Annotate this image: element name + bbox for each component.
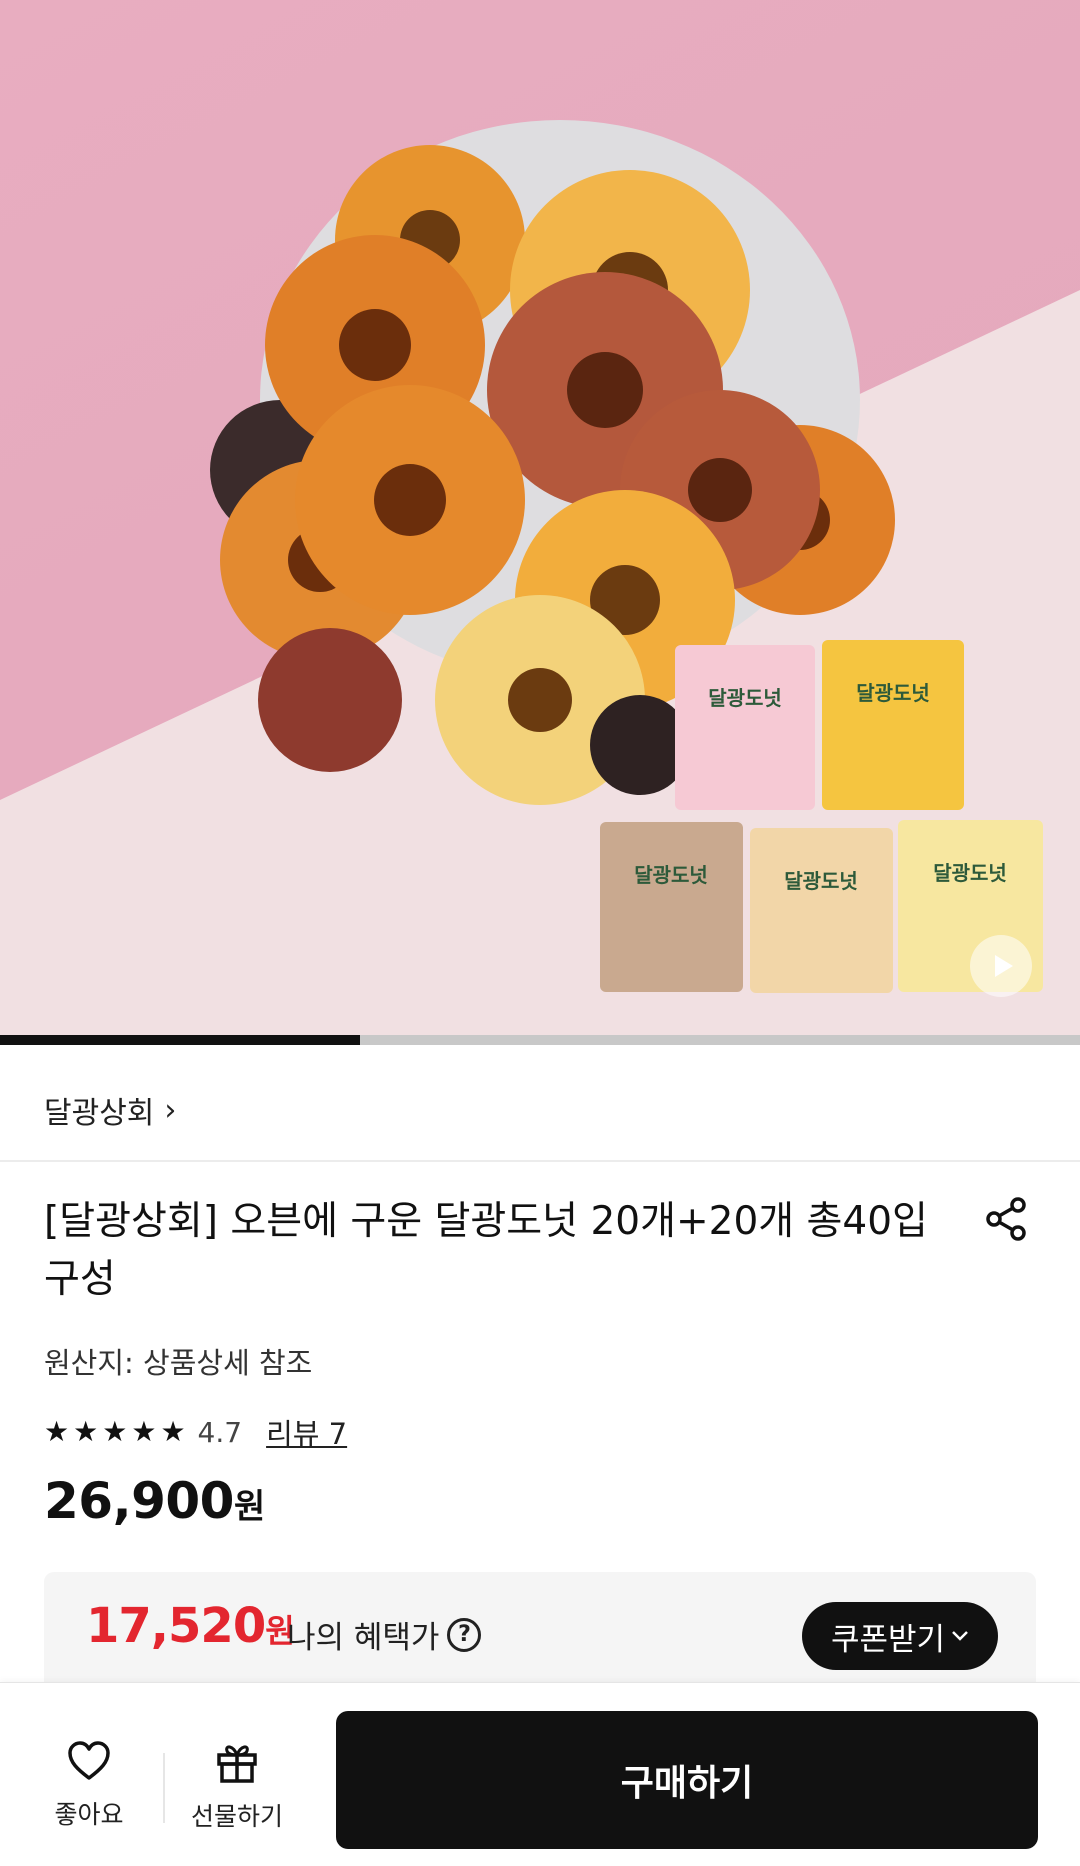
like-button[interactable]: 좋아요: [34, 1741, 144, 1845]
benefit-label: 나의 혜택가 ?: [287, 1612, 482, 1657]
bottom-action-bar: 좋아요 선물하기 구매하기: [0, 1682, 1080, 1866]
package-label: 달광도넛: [856, 681, 930, 705]
rating-row: ★ ★ ★ ★ ★ 4.7 리뷰 7: [44, 1410, 347, 1454]
progress-fill: [0, 1035, 360, 1045]
coupon-button-label: 쿠폰받기: [830, 1621, 946, 1657]
star-icon: ★: [160, 1415, 186, 1448]
package-label: 달광도넛: [708, 686, 782, 710]
rating-score: 4.7: [197, 1415, 243, 1449]
star-icon: ★: [73, 1415, 99, 1448]
origin-info: 원산지: 상품상세 참조: [44, 1346, 313, 1380]
product-title: [달광상회] 오븐에 구운 달광도넛 20개+20개 총40입 구성: [44, 1199, 928, 1302]
star-icon: ★: [102, 1415, 128, 1448]
help-icon[interactable]: ?: [447, 1617, 482, 1652]
package-label: 달광도넛: [784, 869, 858, 893]
like-label: 좋아요: [54, 1800, 124, 1829]
star-rating: ★ ★ ★ ★ ★: [44, 1418, 186, 1446]
benefit-price: 17,520원: [86, 1598, 295, 1654]
chevron-down-icon: [952, 1631, 968, 1641]
price-unit: 원: [233, 1487, 265, 1527]
benefit-label-text: 나의 혜택가: [287, 1620, 440, 1656]
coupon-button[interactable]: 쿠폰받기: [802, 1602, 998, 1670]
image-slide-progress: [0, 1035, 1080, 1045]
gift-label: 선물하기: [190, 1802, 283, 1831]
star-icon: ★: [131, 1415, 157, 1448]
divider: [0, 1160, 1080, 1162]
heart-icon: [68, 1741, 110, 1780]
product-hero-image[interactable]: 달광도넛 달광도넛 달광도넛 달광도넛 달광도넛: [0, 0, 1080, 1035]
star-icon: ★: [44, 1415, 70, 1448]
store-link[interactable]: 달광상회 ›: [44, 1085, 176, 1135]
divider: [163, 1753, 165, 1823]
video-play-icon[interactable]: [970, 935, 1032, 997]
gift-button[interactable]: 선물하기: [182, 1741, 292, 1845]
review-link[interactable]: 리뷰 7: [266, 1411, 347, 1453]
package-label: 달광도넛: [634, 863, 708, 887]
hero-illustration: 달광도넛 달광도넛 달광도넛 달광도넛 달광도넛: [0, 120, 1080, 1035]
price-amount: 26,900: [44, 1472, 234, 1530]
original-price: 26,900원: [44, 1472, 265, 1530]
store-name: 달광상회: [44, 1096, 155, 1131]
gift-icon: [217, 1745, 257, 1783]
package-label: 달광도넛: [933, 861, 1007, 885]
benefit-price-amount: 17,520: [86, 1598, 266, 1654]
chevron-right-icon: ›: [164, 1092, 177, 1128]
benefit-price-box: 17,520원 나의 혜택가 ? 쿠폰받기: [44, 1572, 1036, 1682]
share-icon[interactable]: [982, 1195, 1030, 1243]
buy-button[interactable]: 구매하기: [336, 1711, 1038, 1849]
